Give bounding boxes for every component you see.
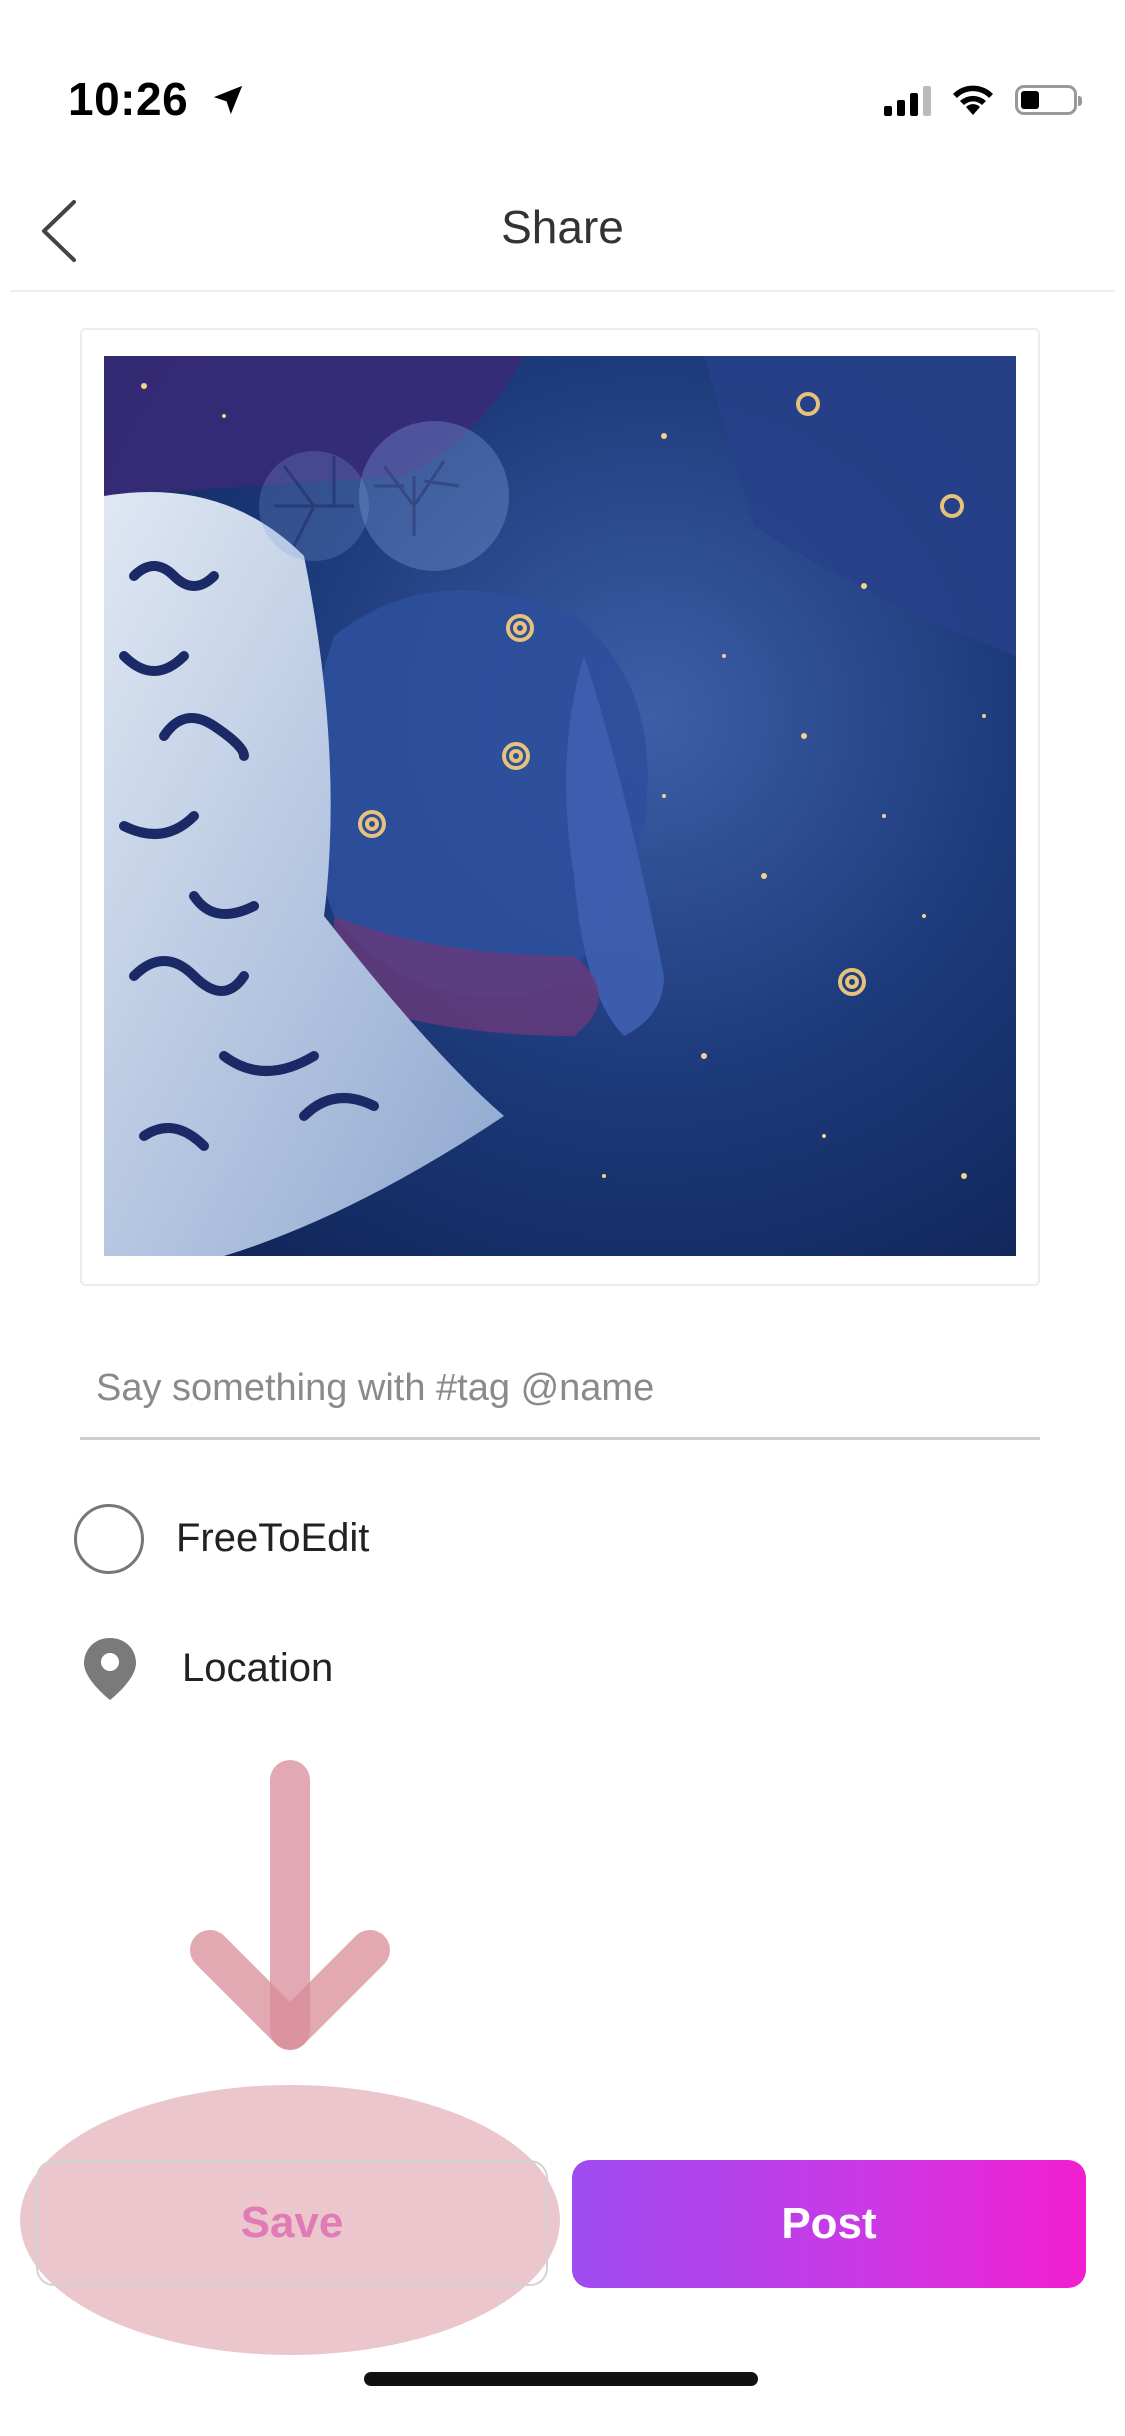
artwork-preview-image[interactable] [104, 356, 1016, 1256]
cellular-signal-icon [884, 84, 931, 116]
annotation-arrow-icon [190, 1760, 390, 2050]
battery-icon [1015, 85, 1082, 115]
map-pin-icon[interactable] [82, 1636, 138, 1702]
status-time-text: 10:26 [68, 73, 189, 125]
wifi-icon [953, 85, 993, 115]
header-divider [10, 290, 1115, 292]
status-time: 10:26 [68, 72, 245, 126]
location-label[interactable]: Location [182, 1646, 333, 1691]
caption-input[interactable] [80, 1340, 1040, 1440]
location-arrow-icon [214, 85, 243, 115]
status-indicators [884, 80, 1082, 120]
post-button[interactable]: Post [572, 2160, 1086, 2288]
free-to-edit-label: FreeToEdit [176, 1516, 370, 1560]
home-indicator[interactable] [364, 2372, 758, 2386]
save-button[interactable]: Save [36, 2160, 548, 2286]
free-to-edit-radio[interactable] [74, 1504, 144, 1574]
page-title: Share [501, 201, 624, 253]
